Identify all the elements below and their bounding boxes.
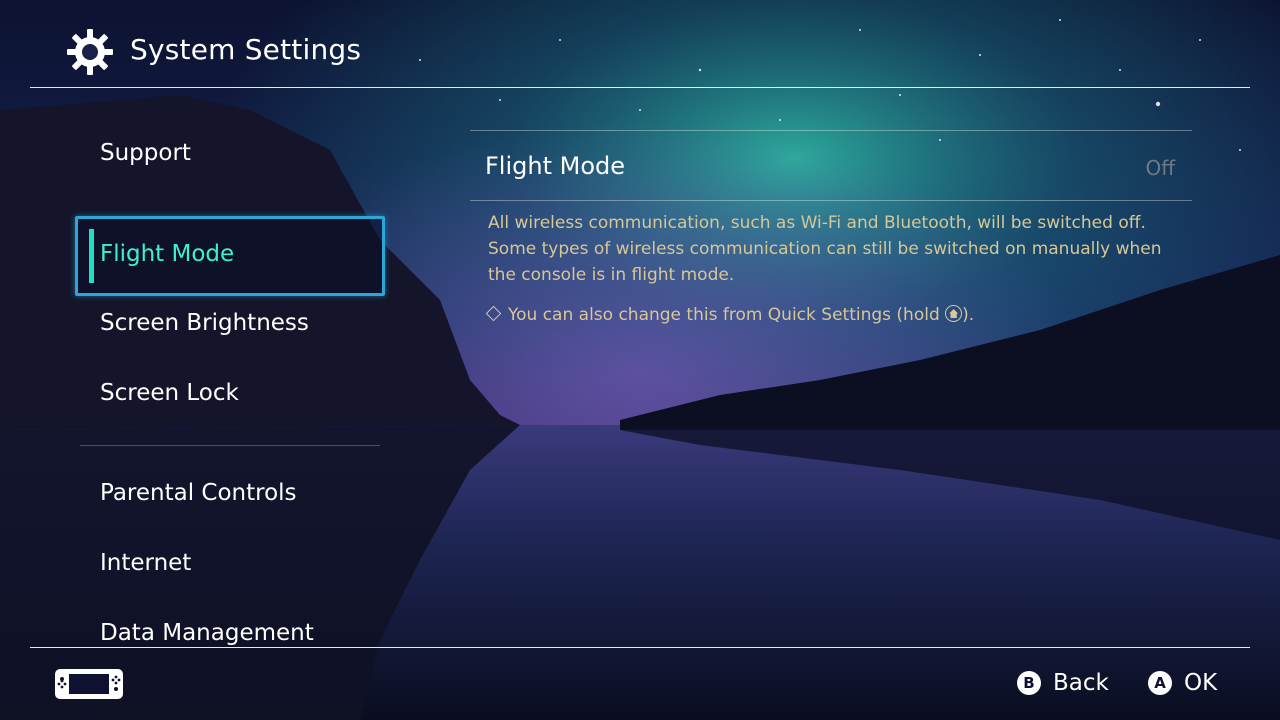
console-icon bbox=[55, 669, 123, 699]
sidebar-item-internet[interactable]: Internet bbox=[100, 550, 191, 576]
header-divider bbox=[30, 87, 1250, 88]
setting-value: Off bbox=[1145, 156, 1175, 180]
tip-end: ). bbox=[962, 305, 975, 325]
sidebar-item-label: Flight Mode bbox=[100, 241, 235, 267]
sidebar-item-screen-lock[interactable]: Screen Lock bbox=[100, 380, 239, 406]
footer-divider bbox=[30, 647, 1250, 648]
a-button-icon: A bbox=[1148, 671, 1172, 695]
ok-button[interactable]: A OK bbox=[1148, 670, 1217, 696]
sidebar-item-data-management[interactable]: Data Management bbox=[100, 620, 314, 646]
diamond-icon bbox=[485, 305, 502, 322]
back-button[interactable]: B Back bbox=[1017, 670, 1109, 696]
setting-tip: You can also change this from Quick Sett… bbox=[485, 305, 975, 325]
setting-description: All wireless communication, such as Wi-F… bbox=[488, 213, 1162, 285]
sidebar-item-support[interactable]: Support bbox=[100, 140, 191, 166]
sidebar: Support Screen Brightness Screen Lock Pa… bbox=[80, 120, 380, 646]
setting-divider-top bbox=[470, 130, 1192, 131]
sidebar-item-flight-mode[interactable]: Flight Mode bbox=[75, 216, 385, 296]
sidebar-item-screen-brightness[interactable]: Screen Brightness bbox=[100, 310, 309, 336]
gear-icon bbox=[67, 29, 113, 75]
page-title: System Settings bbox=[130, 33, 362, 66]
home-button-icon bbox=[945, 305, 963, 322]
setting-name[interactable]: Flight Mode bbox=[485, 152, 625, 180]
sidebar-item-parental-controls[interactable]: Parental Controls bbox=[100, 480, 297, 506]
b-button-icon: B bbox=[1017, 671, 1041, 695]
setting-divider-bottom bbox=[470, 200, 1192, 201]
tip-text: You can also change this from Quick Sett… bbox=[508, 305, 940, 325]
back-label: Back bbox=[1053, 670, 1109, 696]
selection-indicator bbox=[89, 229, 94, 283]
sidebar-divider bbox=[80, 445, 380, 446]
ok-label: OK bbox=[1184, 670, 1218, 696]
